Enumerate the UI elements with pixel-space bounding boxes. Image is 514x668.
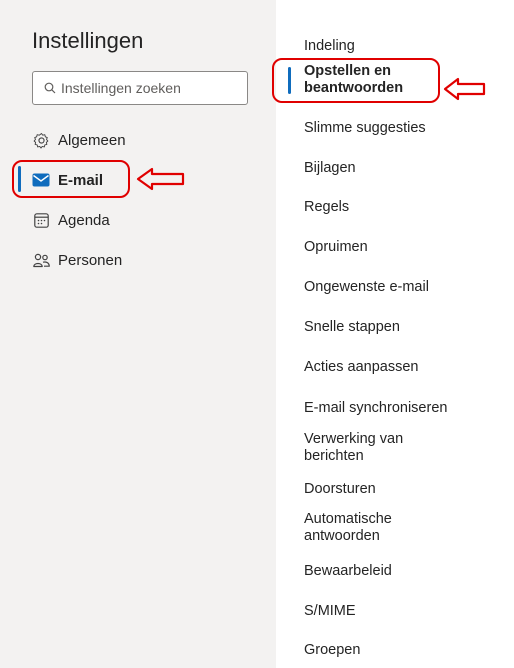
category-label: Algemeen	[58, 131, 126, 149]
settings-nav-pane: Instellingen Algemeen E-mail	[0, 0, 276, 668]
subcategory-smime[interactable]: S/MIME	[304, 603, 494, 620]
category-algemeen[interactable]: Algemeen	[32, 126, 126, 154]
annotation-arrow-icon	[136, 167, 185, 191]
subcategory-bewaarbeleid[interactable]: Bewaarbeleid	[304, 563, 494, 580]
gear-icon	[32, 131, 50, 149]
subcategory-slimme-suggesties[interactable]: Slimme suggesties	[304, 120, 494, 137]
annotation-highlight-opstellen	[272, 58, 440, 103]
calendar-icon	[32, 211, 50, 229]
settings-title: Instellingen	[32, 28, 144, 53]
category-personen[interactable]: Personen	[32, 246, 122, 274]
subcategory-bijlagen[interactable]: Bijlagen	[304, 160, 494, 177]
people-icon	[32, 251, 50, 269]
subcategory-acties-aanpassen[interactable]: Acties aanpassen	[304, 359, 494, 376]
search-input[interactable]	[61, 72, 241, 104]
subcategory-email-synchroniseren[interactable]: E-mail synchroniseren	[304, 400, 494, 417]
subcategory-groepen[interactable]: Groepen	[304, 642, 494, 659]
category-label: Personen	[58, 251, 123, 269]
category-label: Agenda	[58, 211, 110, 229]
subcategory-verwerking-van-berichten[interactable]: Verwerking van berichten	[304, 431, 444, 465]
subcategory-indeling[interactable]: Indeling	[304, 38, 494, 55]
annotation-highlight-email	[12, 160, 130, 198]
search-icon	[44, 82, 56, 94]
subcategory-ongewenste-email[interactable]: Ongewenste e-mail	[304, 279, 494, 296]
annotation-arrow-icon	[443, 77, 486, 101]
subcategory-snelle-stappen[interactable]: Snelle stappen	[304, 319, 494, 336]
settings-search-box[interactable]	[32, 71, 248, 105]
subcategory-opruimen[interactable]: Opruimen	[304, 239, 494, 256]
subcategory-regels[interactable]: Regels	[304, 199, 494, 216]
subcategory-automatische-antwoorden[interactable]: Automatische antwoorden	[304, 511, 424, 545]
category-agenda[interactable]: Agenda	[32, 206, 110, 234]
subcategory-doorsturen[interactable]: Doorsturen	[304, 481, 494, 498]
